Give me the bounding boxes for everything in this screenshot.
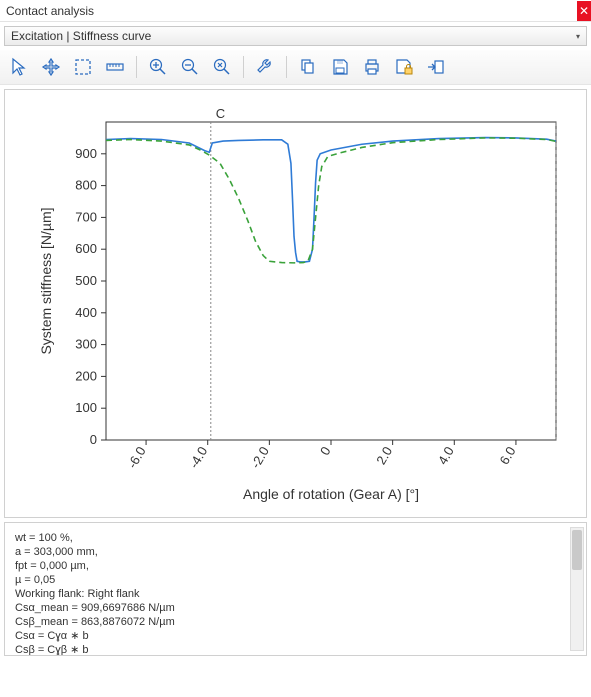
title-bar: Contact analysis ✕ [0,0,591,22]
svg-text:400: 400 [75,305,97,320]
separator [136,56,137,78]
close-icon[interactable]: ✕ [577,1,591,21]
separator [243,56,244,78]
copy-button[interactable] [295,54,321,80]
cursor-icon [9,57,29,77]
pan-icon [41,57,61,77]
zoomout-button[interactable] [177,54,203,80]
svg-text:-2.0: -2.0 [247,444,271,471]
scrollbar[interactable] [570,527,584,651]
svg-text:6.0: 6.0 [496,444,518,467]
zoombox-icon [73,57,93,77]
svg-text:0: 0 [89,432,96,447]
svg-text:System stiffness [N/µm]: System stiffness [N/µm] [38,207,54,354]
svg-text:2.0: 2.0 [373,444,395,467]
print-button[interactable] [359,54,385,80]
svg-text:700: 700 [75,209,97,224]
zoomout-icon [180,57,200,77]
svg-text:200: 200 [75,368,97,383]
chart-panel: 0 100 200 300 400 500 600 700 800 900 -6.0 -4.0 -2.0… [4,89,587,518]
svg-text:0: 0 [316,444,333,458]
cursor-button[interactable] [6,54,32,80]
savelock-icon [394,57,414,77]
svg-text:300: 300 [75,337,97,352]
export-icon [426,57,446,77]
svg-text:500: 500 [75,273,97,288]
chevron-down-icon: ▾ [576,32,580,41]
zoombox-button[interactable] [70,54,96,80]
svg-text:-4.0: -4.0 [186,444,210,471]
zoomfit-icon [212,57,232,77]
ruler-button[interactable] [102,54,128,80]
view-dropdown-label: Excitation | Stiffness curve [11,29,151,43]
stiffness-chart[interactable]: 0 100 200 300 400 500 600 700 800 900 -6.0 -4.0 -2.0… [16,100,576,505]
svg-text:900: 900 [75,146,97,161]
svg-text:800: 800 [75,178,97,193]
zoomfit-button[interactable] [209,54,235,80]
wrench-icon [255,57,275,77]
svg-text:Angle of rotation (Gear A) [°]: Angle of rotation (Gear A) [°] [242,486,418,502]
svg-text:600: 600 [75,241,97,256]
save-button[interactable] [327,54,353,80]
copy-icon [298,57,318,77]
window-title: Contact analysis [6,2,94,20]
view-dropdown[interactable]: Excitation | Stiffness curve ▾ [4,26,587,46]
zoomin-icon [148,57,168,77]
svg-text:100: 100 [75,400,97,415]
svg-text:C: C [215,106,224,121]
separator [286,56,287,78]
svg-text:4.0: 4.0 [434,444,456,467]
ruler-icon [105,57,125,77]
export-button[interactable] [423,54,449,80]
save-icon [330,57,350,77]
svg-text:-6.0: -6.0 [124,444,148,471]
info-text: wt = 100 %,a = 303,000 mm,fpt = 0,000 µm… [15,531,576,656]
info-panel: wt = 100 %,a = 303,000 mm,fpt = 0,000 µm… [4,522,587,656]
settings-button[interactable] [252,54,278,80]
savelock-button[interactable] [391,54,417,80]
toolbar [0,50,591,85]
scrollbar-thumb[interactable] [572,530,582,570]
pan-button[interactable] [38,54,64,80]
zoomin-button[interactable] [145,54,171,80]
print-icon [362,57,382,77]
